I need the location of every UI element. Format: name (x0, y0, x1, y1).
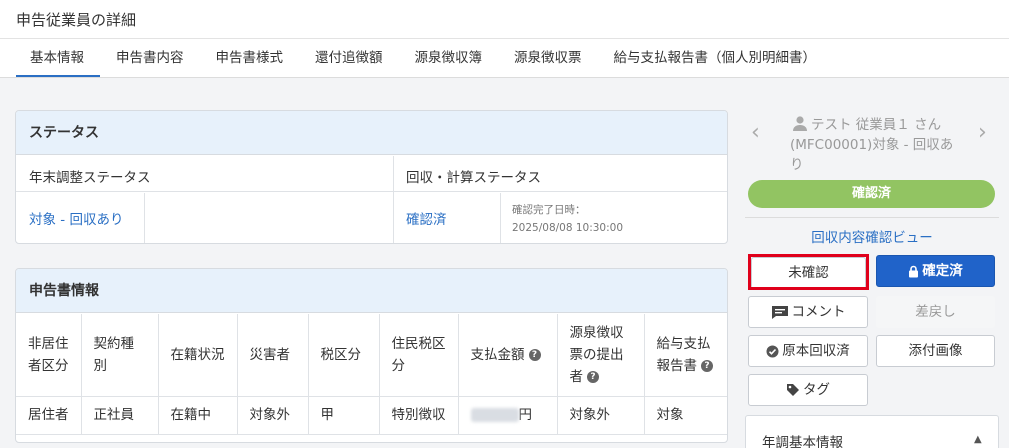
tab-declaration-content[interactable]: 申告書内容 (100, 39, 200, 77)
collection-status-header: 回収・計算ステータス (406, 170, 541, 186)
declaration-card-title: 申告書情報 (16, 269, 727, 313)
comment-icon (771, 305, 788, 319)
value-payment-amount: 円 (458, 396, 558, 435)
status-col-divider (393, 156, 394, 243)
chevron-up-icon[interactable]: ▲ (974, 434, 982, 445)
check-circle-icon (766, 345, 779, 357)
tab-salary-report[interactable]: 給与支払報告書（個人別明細書） (598, 39, 833, 77)
year-end-basic-title: 年調基本情報 (762, 435, 843, 448)
tab-refund-amount[interactable]: 還付追徴額 (299, 39, 399, 77)
blurred-amount (470, 408, 519, 422)
header-salary-report: 給与支払報告書? (644, 314, 727, 397)
tag-icon (787, 384, 799, 396)
value-disaster: 対象外 (237, 396, 309, 435)
status-cell-divider (500, 193, 501, 243)
header-employment-status: 在籍状況 (158, 314, 238, 397)
tab-declaration-format[interactable]: 申告書様式 (200, 39, 300, 77)
comment-button[interactable]: コメント (748, 296, 868, 328)
year-end-status-header: 年末調整ステータス (29, 170, 151, 186)
prev-employee-icon[interactable]: ‹ (751, 120, 760, 145)
status-card-title: ステータス (16, 111, 727, 155)
help-icon[interactable]: ? (587, 370, 599, 383)
employee-code-status: (MFC00001)対象 - 回収あり (790, 137, 954, 173)
sendback-button[interactable]: 差戻し (876, 296, 995, 328)
help-icon[interactable]: ? (701, 359, 713, 372)
value-salary-report: 対象 (644, 396, 727, 435)
header-resident-tax: 住民税区分 (379, 314, 459, 397)
status-pill: 確認済 (748, 180, 995, 208)
original-collected-button[interactable]: 原本回収済 (748, 335, 868, 367)
status-card: ステータス 年末調整ステータス 回収・計算ステータス 対象 - 回収あり 確認済… (15, 110, 728, 244)
employee-name: テスト 従業員１ さん (811, 117, 942, 133)
header-contract-type: 契約種別 (81, 314, 159, 397)
employee-info: テスト 従業員１ さん (MFC00001)対象 - 回収あり (790, 115, 955, 175)
table-header-row: 非居住者区分 契約種別 在籍状況 災害者 税区分 住民税区分 支払金額? 源泉徴… (16, 314, 727, 397)
year-end-basic-panel[interactable]: 年調基本情報 ▲ (745, 415, 999, 448)
confirm-datetime-label: 確認完了日時： (512, 204, 586, 216)
person-icon (793, 116, 807, 131)
header-payment-amount: 支払金額? (458, 314, 558, 397)
tab-withholding-slip[interactable]: 源泉徴収票 (498, 39, 598, 77)
panel-divider (745, 217, 999, 218)
top-bar: 申告従業員の詳細 基本情報 申告書内容 申告書様式 還付追徴額 源泉徴収簿 源泉… (0, 0, 1009, 78)
lock-icon (909, 265, 919, 277)
header-tax-category: 税区分 (308, 314, 380, 397)
header-slip-submitter: 源泉徴収票の提出者? (557, 314, 645, 397)
status-cell-divider (144, 193, 145, 243)
tag-button[interactable]: タグ (748, 374, 868, 406)
value-slip-submitter: 対象外 (557, 396, 645, 435)
value-contract-type: 正社員 (81, 396, 159, 435)
collection-view-link[interactable]: 回収内容確認ビュー (745, 226, 999, 246)
year-end-status-link[interactable]: 対象 - 回収あり (29, 208, 123, 228)
header-disaster: 災害者 (237, 314, 309, 397)
next-employee-icon[interactable]: › (978, 120, 987, 145)
header-non-resident: 非居住者区分 (16, 314, 82, 397)
tab-basic-info[interactable]: 基本情報 (16, 39, 100, 77)
declaration-table: 非居住者区分 契約種別 在籍状況 災害者 税区分 住民税区分 支払金額? 源泉徴… (16, 314, 727, 435)
help-icon[interactable]: ? (528, 348, 541, 361)
highlight-box (748, 254, 869, 290)
confirm-datetime: 2025/08/08 10:30:00 (512, 222, 624, 234)
value-resident-tax: 特別徴収 (379, 396, 459, 435)
tab-bar: 基本情報 申告書内容 申告書様式 還付追徴額 源泉徴収簿 源泉徴収票 給与支払報… (16, 39, 832, 77)
value-tax-category: 甲 (308, 396, 380, 435)
declaration-info-card: 申告書情報 非居住者区分 契約種別 在籍状況 災害者 税区分 住民税区分 支払金… (15, 268, 728, 443)
page-title: 申告従業員の詳細 (16, 11, 137, 29)
table-row: 居住者 正社員 在籍中 対象外 甲 特別徴収 円 対象外 対象 (16, 396, 727, 435)
collection-status-link[interactable]: 確認済 (406, 208, 447, 228)
attachment-image-button[interactable]: 添付画像 (876, 335, 995, 367)
tab-withholding-ledger[interactable]: 源泉徴収簿 (399, 39, 499, 77)
value-employment-status: 在籍中 (158, 396, 238, 435)
right-panel: ‹ › テスト 従業員１ さん (MFC00001)対象 - 回収あり 確認済 … (745, 110, 999, 448)
confirmed-button[interactable]: 確定済 (876, 255, 995, 287)
value-non-resident: 居住者 (16, 396, 82, 435)
